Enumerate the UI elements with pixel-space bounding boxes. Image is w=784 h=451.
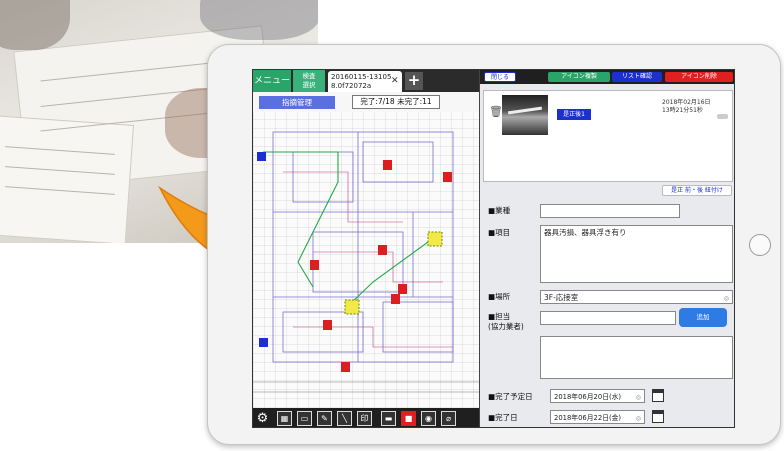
photo-list: 🗑 是正後1 2018年02月16日 13時21分51秒 (483, 90, 733, 182)
trash-icon[interactable]: 🗑 (489, 105, 503, 118)
due-date-label: ■完了予定日 (488, 392, 533, 401)
assignee-label-line2: (協力業者) (488, 322, 524, 331)
add-assignee-button[interactable]: 追加 (679, 308, 727, 327)
camera-icon[interactable]: ◉ (421, 411, 436, 426)
inspection-select-button[interactable]: 検査 選択 (293, 70, 325, 92)
floor-plan-drawing (253, 131, 479, 393)
item-field[interactable]: 器具汚損、器具浮き有り (540, 225, 733, 283)
app-screen: メニュー 検査 選択 20160115-13105 8.0f72072a ✕ +… (252, 69, 735, 428)
detail-panel: 閉じる アイコン複製 リスト確認 アイコン削除 🗑 是正後1 2018年02月1… (479, 70, 734, 427)
menu-button[interactable]: メニュー (253, 70, 291, 92)
completion-status: 完了:7/18 未完了:11 (352, 95, 440, 109)
stamp-icon[interactable]: 印 (357, 411, 372, 426)
photo-date-line2: 13時21分51秒 (662, 107, 703, 114)
done-date-label: ■完了日 (488, 413, 518, 422)
done-date-calendar-icon[interactable] (652, 410, 664, 423)
icon-copy-button[interactable]: アイコン複製 (548, 72, 610, 82)
dropdown-icon: ◎ (723, 295, 729, 302)
done-date-field[interactable]: 2018年06月22日(金) ◎ (550, 410, 645, 424)
assignee-field[interactable] (540, 311, 676, 325)
after-fix-badge: 是正後1 (557, 109, 591, 120)
location-label: ■場所 (488, 292, 511, 301)
select-label-line1: 検査 (302, 72, 316, 80)
location-value: 3F-応接室 (544, 293, 579, 302)
trade-label: ■業種 (488, 206, 511, 215)
home-button[interactable] (749, 234, 771, 256)
pen-icon[interactable]: ✎ (317, 411, 332, 426)
eraser-icon[interactable]: ⌀ (441, 411, 456, 426)
file-tab-line1: 20160115-13105 (331, 73, 392, 81)
drawing-toolbar: ⚙ ▦ ▭ ✎ ╲ 印 ▬ ■ ◉ ⌀ (253, 408, 479, 427)
clear-icon: ◎ (635, 415, 641, 422)
drawing-panel: メニュー 検査 選択 20160115-13105 8.0f72072a ✕ +… (253, 70, 479, 427)
toggle-icon[interactable] (717, 114, 728, 119)
link-before-after-button[interactable]: 是正 前・後 紐付け (662, 185, 732, 196)
list-confirm-button[interactable]: リスト確認 (612, 72, 662, 82)
close-icon[interactable]: ✕ (391, 76, 399, 86)
assignee-label: ■担当 (協力業者) (488, 312, 524, 332)
line-icon[interactable]: ╲ (337, 411, 352, 426)
photo-thumbnail[interactable] (502, 95, 548, 135)
due-date-field[interactable]: 2018年06月20日(水) ◎ (550, 389, 645, 403)
clear-icon: ◎ (635, 394, 641, 401)
close-button[interactable]: 閉じる (484, 72, 516, 82)
add-tab-button[interactable]: + (405, 72, 423, 90)
document-icon[interactable]: ▦ (277, 411, 292, 426)
due-date-calendar-icon[interactable] (652, 389, 664, 402)
settings-gear-icon[interactable]: ⚙ (255, 411, 270, 426)
issue-management-button[interactable]: 指摘管理 (259, 96, 335, 109)
item-label: ■項目 (488, 228, 511, 237)
photo-date: 2018年02月16日 13時21分51秒 (662, 99, 711, 115)
bar-icon[interactable]: ▬ (381, 411, 396, 426)
done-date-value: 2018年06月22日(金) (554, 414, 622, 422)
assignee-label-line1: ■担当 (488, 312, 511, 321)
icon-delete-button[interactable]: アイコン削除 (665, 72, 733, 82)
color-swatch-icon[interactable]: ■ (401, 411, 416, 426)
location-select[interactable]: 3F-応接室 ◎ (540, 290, 733, 304)
photo-date-line1: 2018年02月16日 (662, 99, 711, 106)
comment-icon[interactable]: ▭ (297, 411, 312, 426)
due-date-value: 2018年06月20日(水) (554, 393, 622, 401)
notes-field[interactable] (540, 336, 733, 379)
trade-field[interactable] (540, 204, 680, 218)
select-label-line2: 選択 (302, 81, 316, 89)
promo-screenshot: メニュー 検査 選択 20160115-13105 8.0f72072a ✕ +… (0, 0, 784, 451)
floor-plan[interactable] (253, 112, 479, 408)
file-tab-line2: 8.0f72072a (331, 81, 372, 90)
